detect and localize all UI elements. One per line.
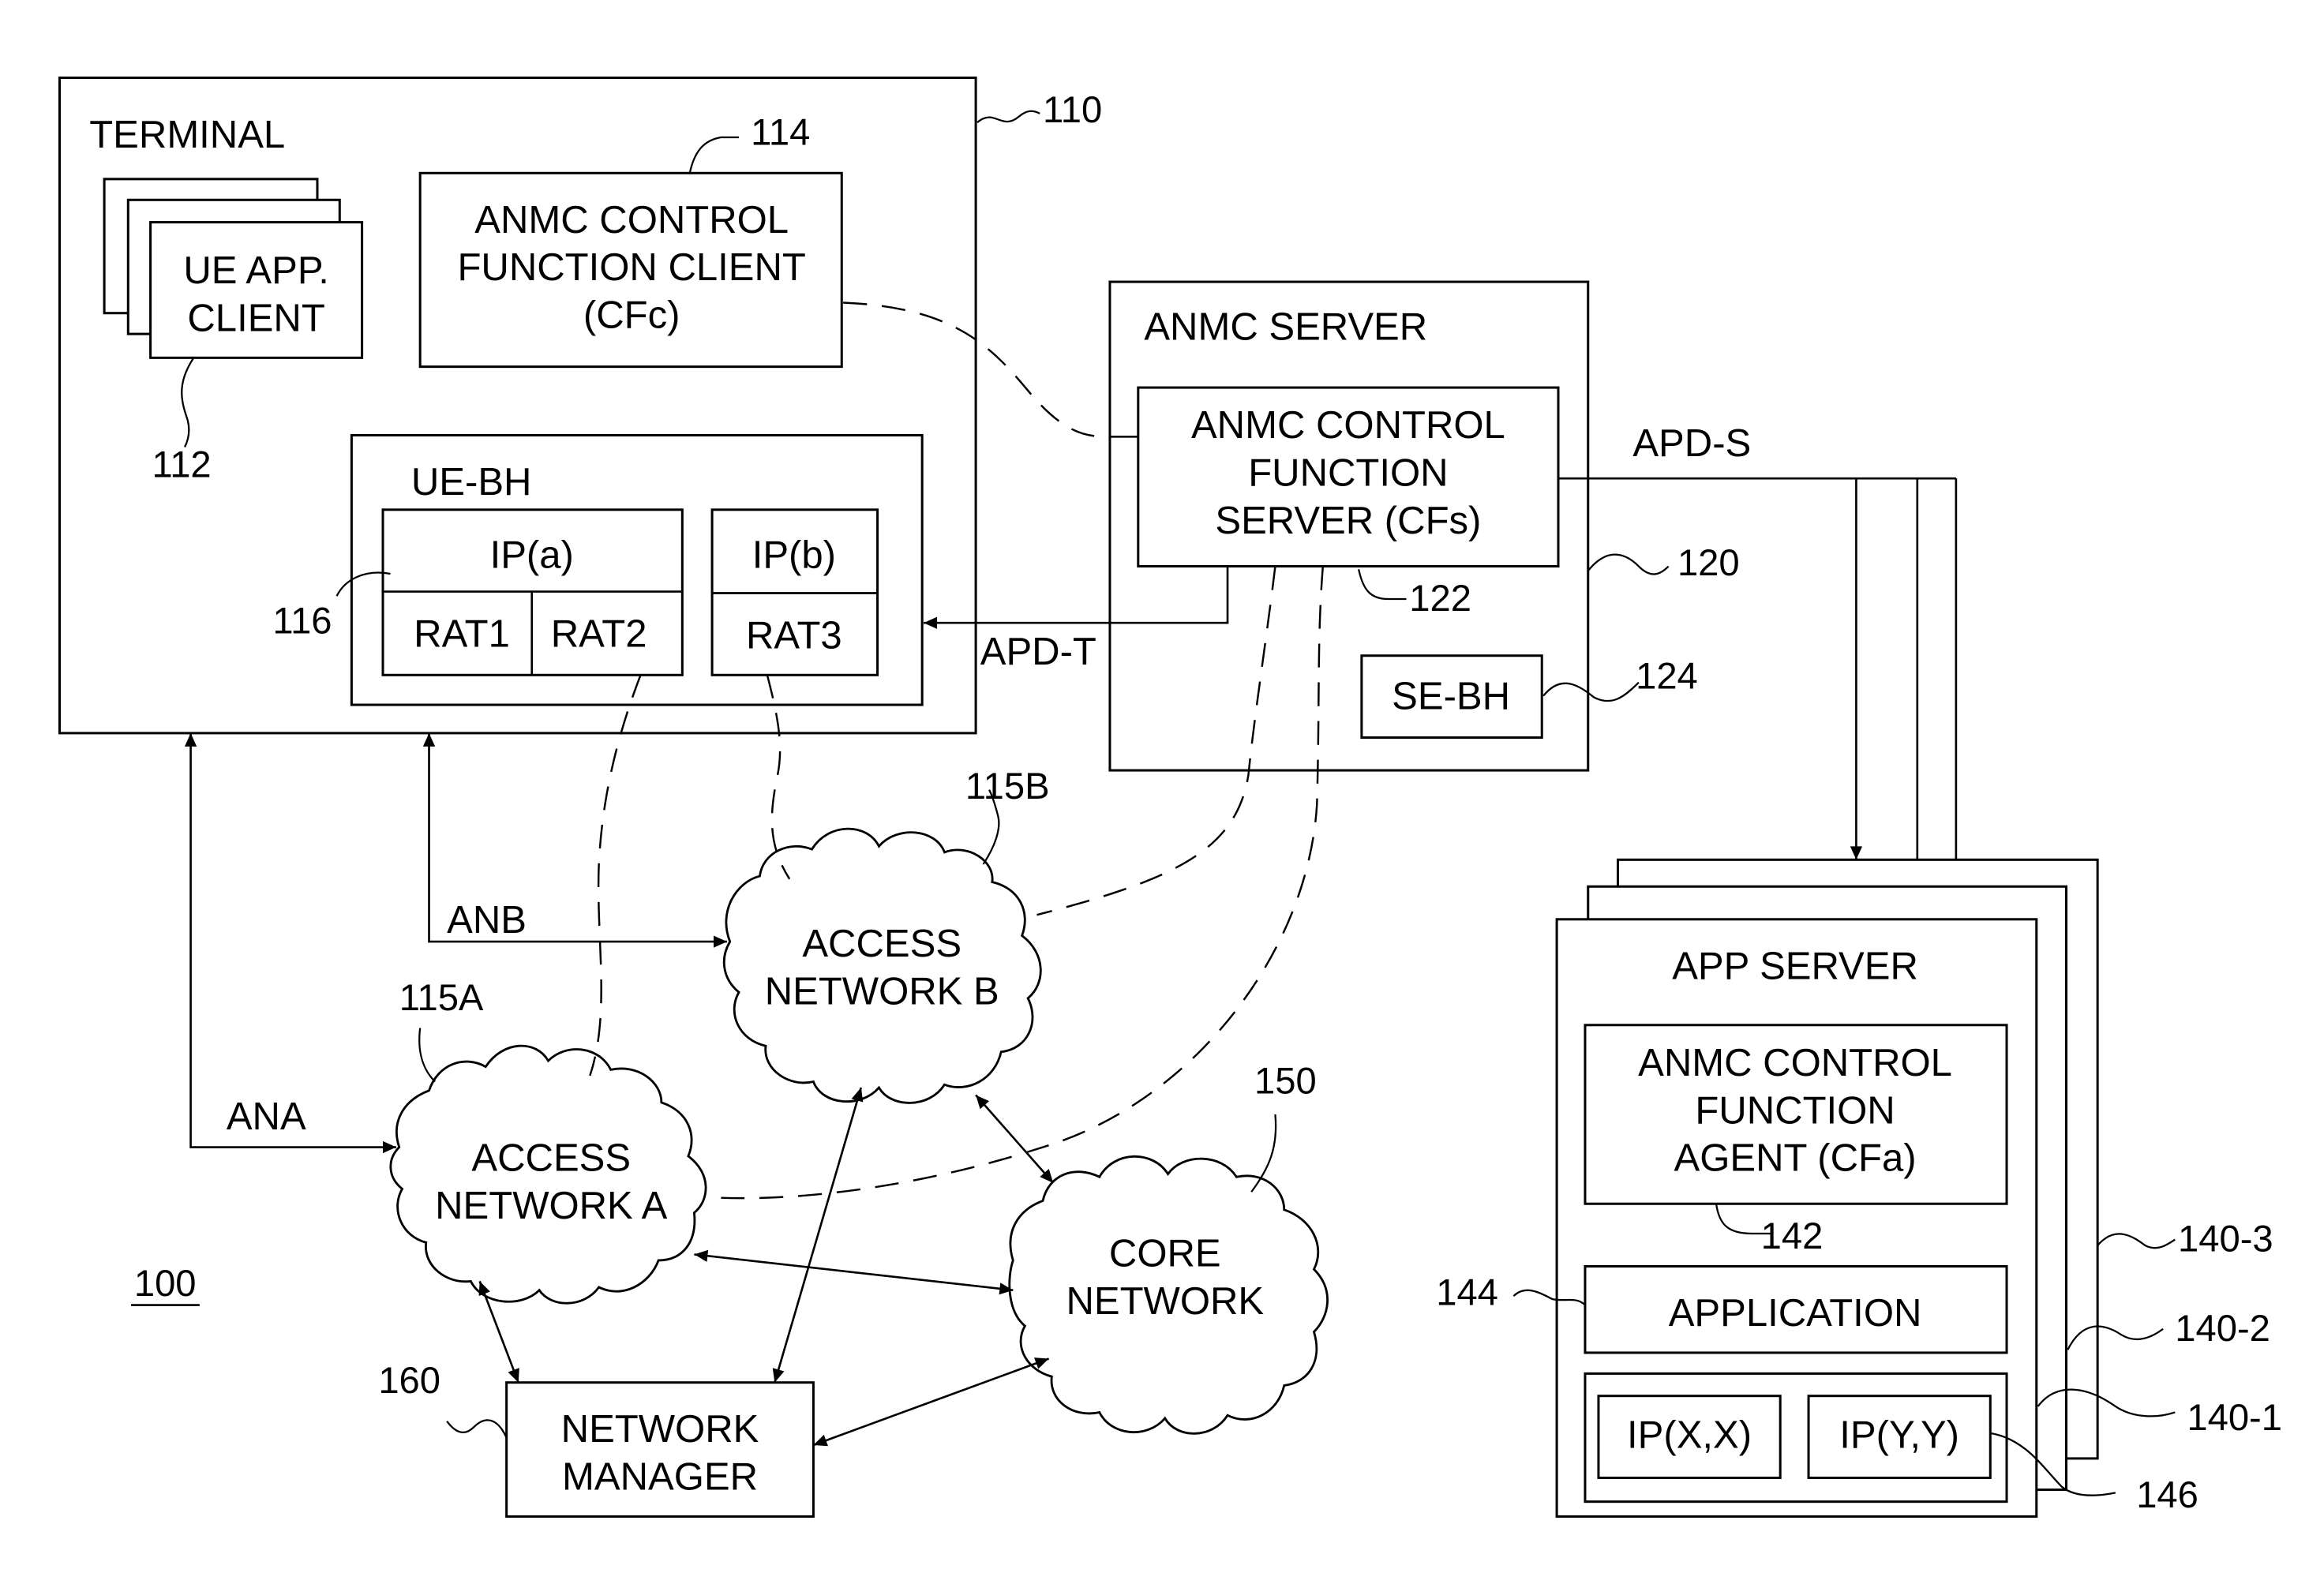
ue-app-client-ref: 112 — [152, 443, 211, 485]
terminal-ref-leader — [976, 110, 1040, 124]
cfa-label-line3: AGENT (CFa) — [1674, 1137, 1917, 1180]
cfc-label-line1: ANMC CONTROL — [474, 199, 789, 242]
ue-app-client-label-line2: CLIENT — [187, 297, 324, 339]
access-network-a-ref-leader — [418, 1028, 436, 1083]
access-network-a: ACCESS NETWORK A 115A — [389, 976, 707, 1305]
rat2-to-access-a-path — [589, 674, 642, 1077]
network-manager-label-line1: NETWORK — [561, 1408, 759, 1451]
network-manager-label-line2: MANAGER — [562, 1456, 758, 1499]
access-network-b-label-line2: NETWORK B — [765, 970, 999, 1013]
access-network-b: ACCESS NETWORK B 115B — [722, 765, 1050, 1104]
access-network-a-label-line2: NETWORK A — [435, 1185, 668, 1227]
access-network-b-cloud — [722, 827, 1042, 1104]
terminal-ref: 110 — [1043, 88, 1102, 130]
se-bh-label: SE-BH — [1392, 676, 1510, 718]
link-access-a-core — [694, 1249, 1014, 1295]
ana-label: ANA — [227, 1095, 306, 1138]
ip-a-label: IP(a) — [490, 534, 574, 576]
cfc-ref: 114 — [751, 110, 810, 152]
app-server-140-3-ref-leader — [2097, 1233, 2176, 1249]
app-server-140-2-ref: 140-2 — [2175, 1307, 2270, 1349]
core-network: CORE NETWORK 150 — [1008, 1060, 1329, 1435]
cfc-label-line2: FUNCTION CLIENT — [457, 246, 805, 289]
app-server-title: APP SERVER — [1672, 945, 1918, 987]
cfa-ref: 142 — [1761, 1215, 1824, 1256]
figure-label: 100 — [134, 1262, 197, 1304]
ip-b-label: IP(b) — [752, 534, 836, 576]
network-architecture-diagram: TERMINAL 110 UE APP. CLIENT 112 ANMC CON… — [58, 77, 2282, 1518]
access-network-a-ref: 115A — [399, 976, 484, 1018]
cfs-label-line3: SERVER (CFs) — [1215, 500, 1481, 542]
cfa-label-line2: FUNCTION — [1695, 1089, 1895, 1132]
link-access-b-manager — [772, 1087, 864, 1384]
anb-label: ANB — [447, 899, 527, 942]
cfs-ref: 122 — [1409, 577, 1471, 619]
app-server-140-3-ref: 140-3 — [2178, 1218, 2273, 1260]
anmc-server-block: ANMC SERVER ANMC CONTROL FUNCTION SERVER… — [1108, 280, 1740, 772]
core-network-label-line1: CORE — [1109, 1233, 1221, 1275]
ue-app-client-label-line1: UE APP. — [183, 249, 329, 292]
ue-bh-title: UE-BH — [411, 461, 532, 504]
ip-yy-label: IP(Y,Y) — [1839, 1414, 1959, 1457]
apd-t-label: APD-T — [980, 631, 1096, 673]
cfa-label-line1: ANMC CONTROL — [1638, 1042, 1952, 1084]
network-manager-ref: 160 — [378, 1359, 440, 1401]
ip-group-ref: 146 — [2136, 1474, 2198, 1515]
rat1-label: RAT1 — [414, 612, 510, 655]
app-server-140-1-ref: 140-1 — [2187, 1396, 2282, 1438]
ana-link — [184, 732, 396, 1154]
core-network-label-line2: NETWORK — [1066, 1280, 1264, 1323]
apd-s-label: APD-S — [1632, 422, 1751, 465]
cfs-label-line1: ANMC CONTROL — [1191, 404, 1505, 447]
link-access-b-core — [975, 1094, 1055, 1184]
rat2-label: RAT2 — [551, 612, 647, 655]
terminal-title: TERMINAL — [89, 114, 285, 156]
terminal-block: TERMINAL 110 UE APP. CLIENT 112 ANMC CON… — [58, 77, 1102, 735]
access-network-b-label-line1: ACCESS — [802, 923, 961, 965]
application-label: APPLICATION — [1669, 1292, 1922, 1335]
access-network-b-ref: 115B — [965, 765, 1050, 807]
anmc-server-ref-leader — [1587, 553, 1670, 575]
cfs-label-line2: FUNCTION — [1248, 452, 1448, 495]
anmc-server-title: ANMC SERVER — [1144, 306, 1427, 349]
ue-bh-block: UE-BH IP(a) RAT1 RAT2 IP(b) RAT3 116 — [272, 433, 924, 706]
cfc-label-line3: (CFc) — [583, 294, 680, 337]
se-bh-ref: 124 — [1636, 654, 1698, 696]
app-server-stack: APP SERVER ANMC CONTROL FUNCTION AGENT (… — [1436, 858, 2282, 1518]
rat3-label: RAT3 — [746, 614, 842, 657]
link-core-manager — [812, 1357, 1050, 1447]
network-manager-block: NETWORK MANAGER 160 — [378, 1359, 815, 1518]
anmc-server-ref: 120 — [1677, 541, 1740, 583]
core-network-ref: 150 — [1254, 1060, 1317, 1102]
network-manager-ref-leader — [446, 1419, 508, 1439]
ue-bh-ref: 116 — [272, 599, 332, 641]
ip-xx-label: IP(X,X) — [1627, 1414, 1752, 1457]
access-network-a-label-line1: ACCESS — [471, 1137, 631, 1180]
application-ref: 144 — [1436, 1271, 1498, 1313]
